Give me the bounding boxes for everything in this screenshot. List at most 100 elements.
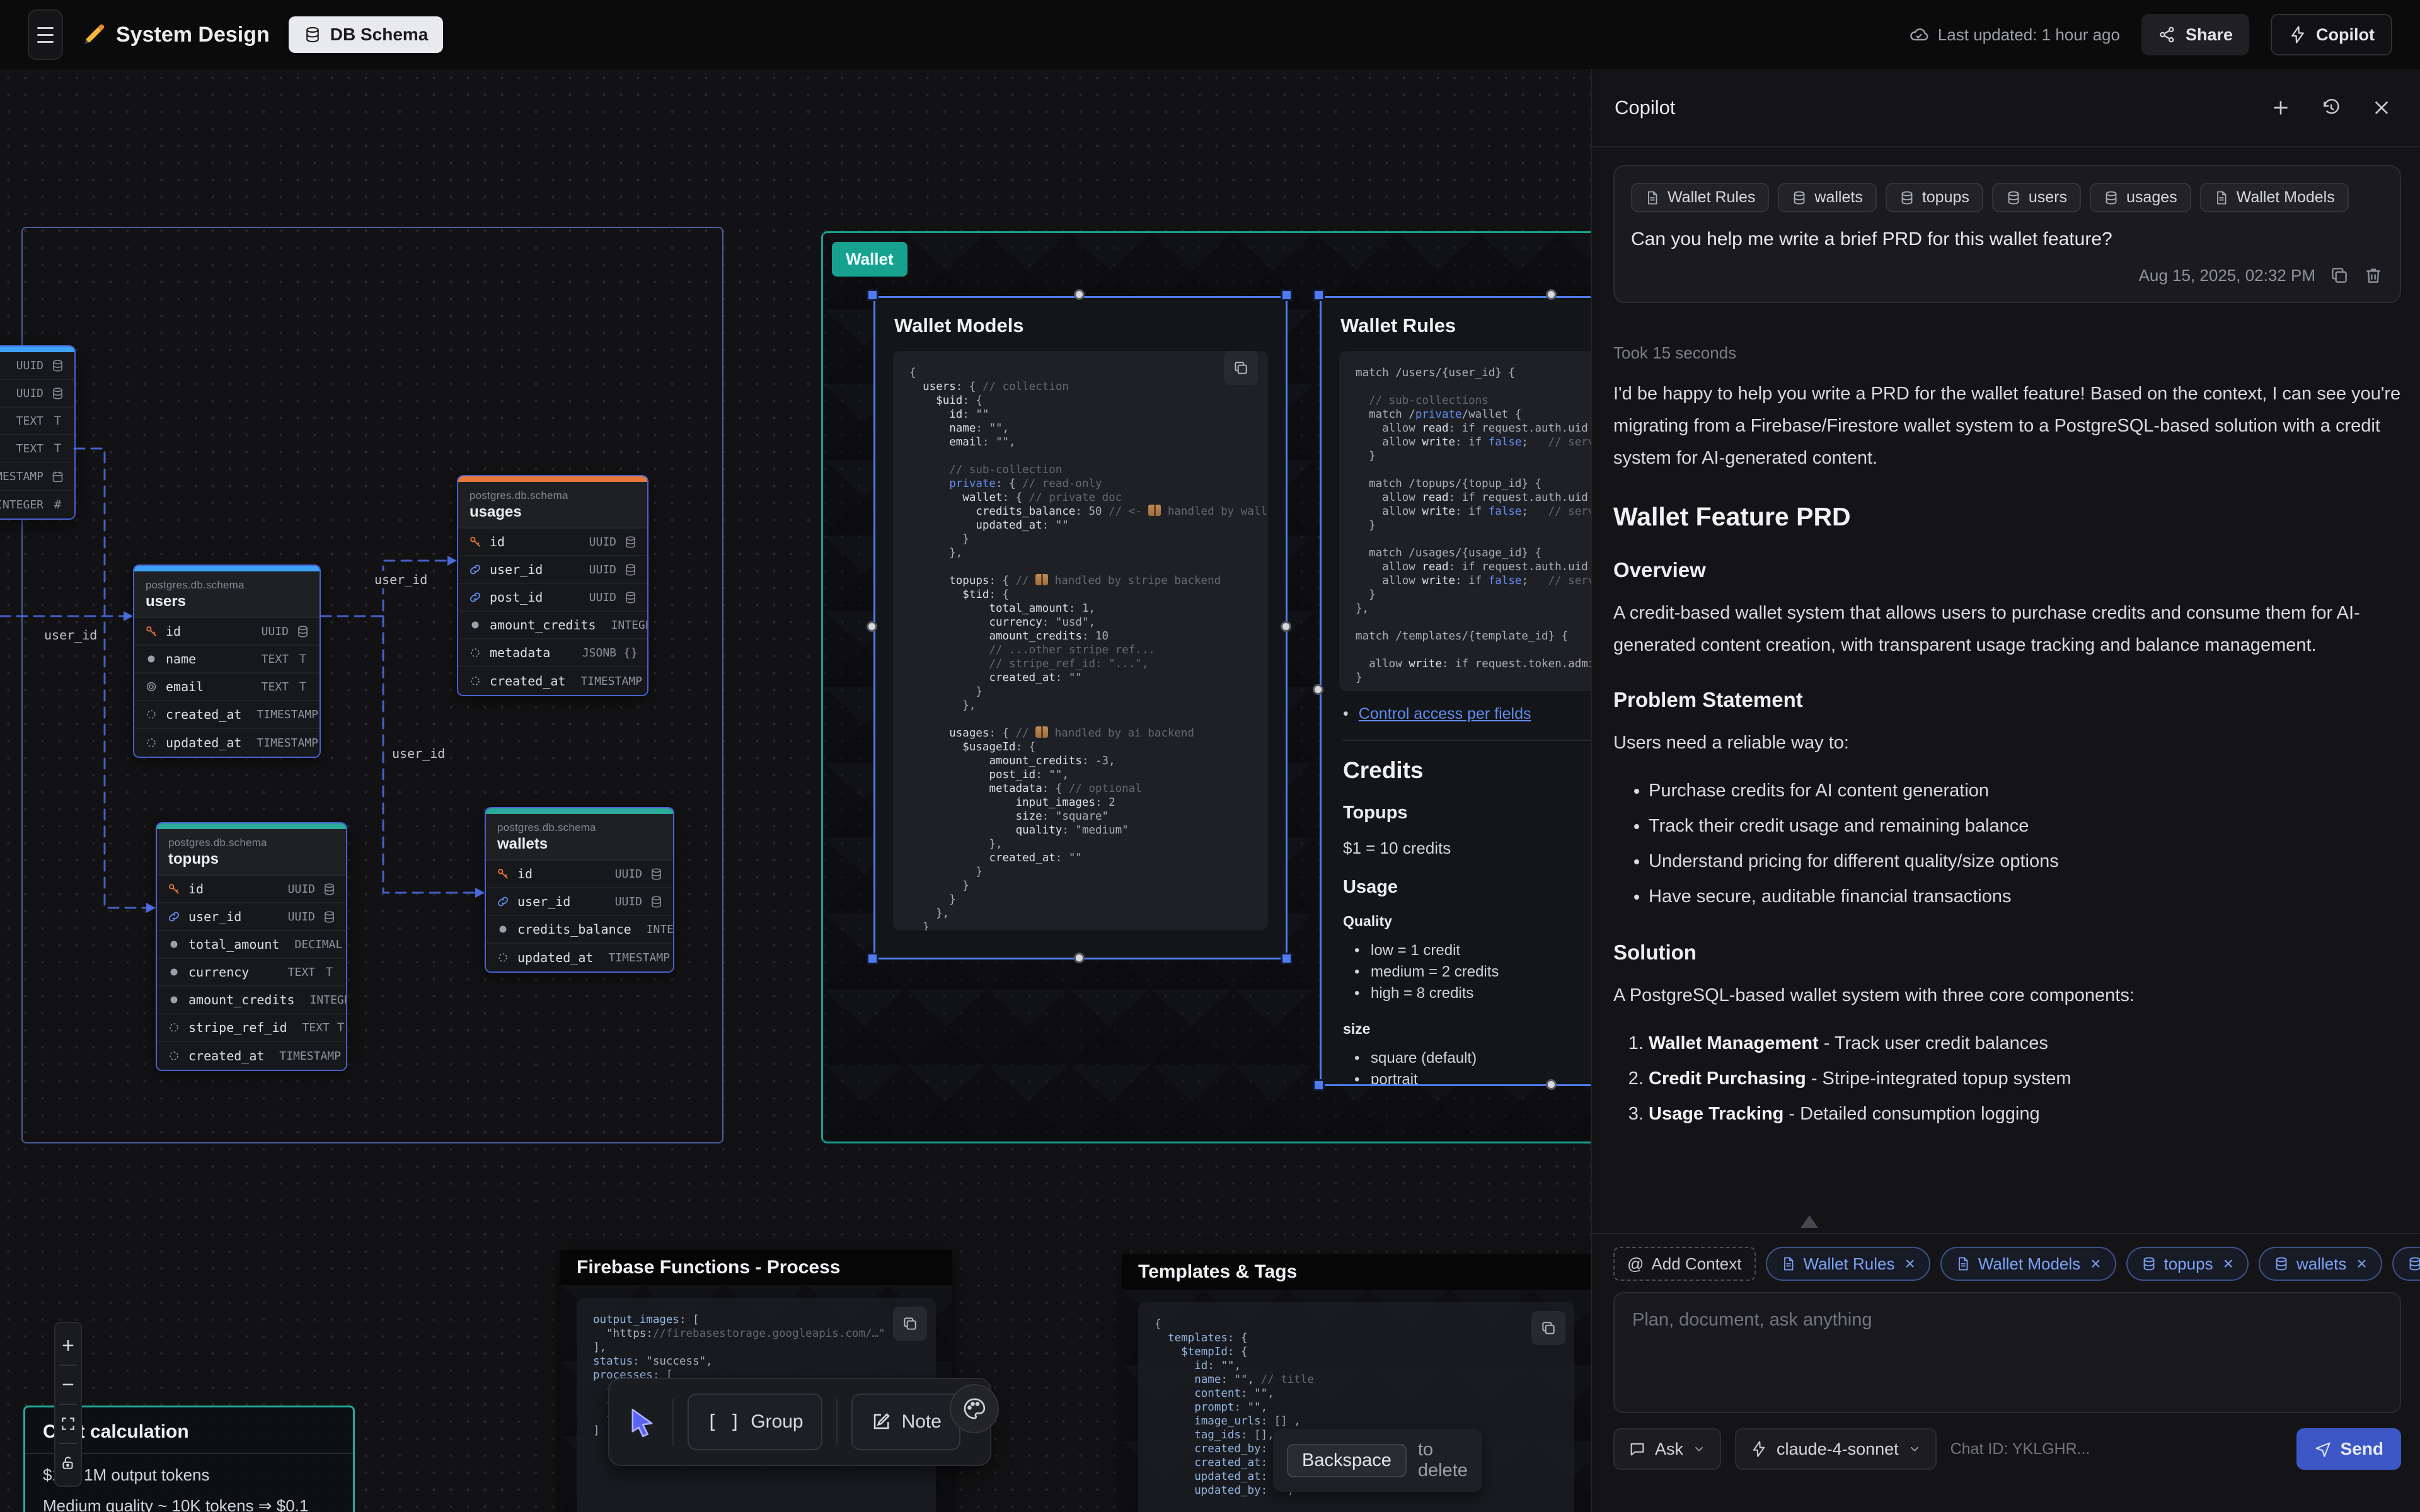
copy-code-button[interactable] — [893, 1307, 927, 1341]
table-row-user_id[interactable]: user_idUUID — [486, 888, 673, 916]
note-button[interactable]: Note — [851, 1394, 960, 1450]
type-icon — [296, 625, 309, 638]
table-row-user_id[interactable]: user_idUUID — [458, 556, 647, 584]
chat-scroll-area[interactable]: Wallet Rules wallets topups users usages Wall… — [1592, 147, 2420, 1233]
lock-button[interactable] — [55, 1446, 81, 1479]
response-numbered-list: Wallet Management - Track user credit ba… — [1613, 1026, 2401, 1131]
type-icon: T — [323, 966, 336, 979]
table-row-updated_at[interactable]: updated_atTIMESTAMP — [486, 944, 673, 971]
zoom-in-button[interactable]: + — [55, 1329, 81, 1362]
selection-handle[interactable] — [1313, 684, 1323, 695]
table-row-id[interactable]: idUUID — [486, 861, 673, 888]
selection-handle[interactable] — [1281, 621, 1291, 632]
selection-handle[interactable] — [867, 953, 879, 965]
context-chip-topups[interactable]: topups — [1886, 183, 1983, 212]
send-button[interactable]: Send — [2296, 1428, 2401, 1470]
wallet-group-label[interactable]: Wallet — [832, 242, 908, 277]
table-row-post_id[interactable]: post_idUUID — [458, 584, 647, 612]
table-row-id[interactable]: idUUID — [134, 618, 320, 646]
add-context-button[interactable]: @ Add Context — [1613, 1247, 1756, 1281]
table-partial[interactable]: UUIDUUIDTEXTTTEXTTTIMESTAMPINTEGER# — [0, 345, 76, 520]
copilot-button[interactable]: Copilot — [2271, 14, 2392, 55]
table-row-id[interactable]: idUUID — [458, 529, 647, 556]
type-icon — [323, 910, 336, 924]
selection-handle[interactable] — [1074, 953, 1085, 963]
selection-handle[interactable] — [1313, 289, 1325, 301]
table-row-stripe_ref_id[interactable]: stripe_ref_idTEXTT — [157, 1014, 346, 1042]
table-row-id[interactable]: idUUID — [157, 876, 346, 903]
menu-button[interactable] — [28, 9, 63, 60]
table-row-created_at[interactable]: created_atTIMESTAMP — [134, 701, 320, 729]
link-icon — [468, 590, 482, 604]
context-chip-wallet-models[interactable]: Wallet Models — [2200, 183, 2349, 212]
table-row-timestamp[interactable]: TIMESTAMP — [0, 463, 74, 491]
schema-canvas[interactable]: Wallet user_id user_id user_id UUIDUUIDT… — [0, 69, 1591, 1512]
credits-heading: Credits — [1343, 757, 1591, 784]
table-usages[interactable]: postgres.db.schemausagesidUUIDuser_idUUI… — [457, 475, 648, 696]
topups-heading: Topups — [1343, 803, 1591, 823]
wallet-models-card[interactable]: Wallet Models { users: { // collection $… — [873, 296, 1288, 959]
color-palette-button[interactable] — [950, 1384, 999, 1433]
context-chip-users[interactable]: users — [1992, 183, 2081, 212]
copy-code-button[interactable] — [1224, 351, 1258, 385]
control-access-link[interactable]: Control access per fields — [1359, 705, 1531, 723]
table-row-metadata[interactable]: metadataJSONB{} — [458, 639, 647, 667]
type-icon — [323, 883, 336, 896]
table-row-text[interactable]: TEXTT — [0, 408, 74, 435]
table-row-amount_credits[interactable]: amount_creditsINTEGER# — [157, 987, 346, 1014]
selection-handle[interactable] — [867, 621, 877, 632]
copy-code-button[interactable] — [1531, 1311, 1565, 1345]
table-row-uuid[interactable]: UUID — [0, 380, 74, 408]
selection-handle[interactable] — [1313, 1079, 1325, 1091]
table-row-name[interactable]: nameTEXTT — [134, 646, 320, 673]
null-icon — [144, 707, 158, 721]
context-chip-wallets[interactable]: wallets — [1778, 183, 1876, 212]
new-chat-button[interactable] — [2265, 92, 2296, 123]
copy-message-button[interactable] — [2329, 265, 2349, 285]
table-wallets[interactable]: postgres.db.schemawalletsidUUIDuser_idUU… — [485, 807, 674, 973]
selection-handle[interactable] — [1074, 289, 1085, 300]
table-row-created_at[interactable]: created_atTIMESTAMP — [157, 1042, 346, 1070]
share-button[interactable]: Share — [2141, 14, 2249, 55]
table-row-integer[interactable]: INTEGER# — [0, 491, 74, 518]
selection-handle[interactable] — [1281, 953, 1293, 965]
table-row-currency[interactable]: currencyTEXTT — [157, 959, 346, 987]
selection-handle[interactable] — [867, 289, 879, 301]
table-row-user_id[interactable]: user_idUUID — [157, 903, 346, 931]
table-row-email[interactable]: emailTEXTT — [134, 673, 320, 701]
table-row-credits_balance[interactable]: credits_balanceINTEGER# — [486, 916, 673, 944]
select-cursor-icon[interactable] — [626, 1406, 659, 1438]
selection-handle[interactable] — [1546, 289, 1557, 300]
context-chip-usages[interactable]: usages — [2090, 183, 2191, 212]
model-select[interactable]: claude-4-sonnet — [1735, 1428, 1937, 1470]
table-users[interactable]: postgres.db.schemausersidUUIDnameTEXTTem… — [133, 564, 321, 758]
close-panel-button[interactable] — [2366, 92, 2397, 123]
tab-db-schema[interactable]: DB Schema — [289, 16, 444, 53]
table-row-created_at[interactable]: created_atTIMESTAMP — [458, 667, 647, 695]
assistant-response: Took 15 secondsI'd be happy to help you … — [1613, 343, 2401, 1131]
group-button[interactable]: [ ] Group — [688, 1394, 822, 1450]
firebase-frame-title: Firebase Functions - Process — [560, 1250, 952, 1285]
prompt-input[interactable]: Plan, document, ask anything — [1613, 1292, 2401, 1413]
selection-handle[interactable] — [1281, 289, 1293, 301]
table-row-amount_credits[interactable]: amount_creditsINTEGER# — [458, 612, 647, 639]
table-topups[interactable]: postgres.db.schematopupsidUUIDuser_idUUI… — [156, 822, 347, 1071]
key-icon — [144, 624, 158, 638]
wallet-rules-card[interactable]: Wallet Rules match /users/{user_id} { //… — [1320, 296, 1591, 1086]
group-brackets-icon: [ ] — [706, 1411, 740, 1433]
table-row-uuid[interactable]: UUID — [0, 352, 74, 380]
zoom-out-button[interactable]: − — [55, 1368, 81, 1401]
fit-view-button[interactable] — [55, 1407, 81, 1440]
type-icon: T — [337, 1021, 344, 1034]
table-row-updated_at[interactable]: updated_atTIMESTAMP — [134, 729, 320, 757]
chevron-down-icon — [1692, 1442, 1706, 1456]
table-row-total_amount[interactable]: total_amountDECIMAL — [157, 931, 346, 959]
history-button[interactable] — [2315, 92, 2347, 123]
table-row-text[interactable]: TEXTT — [0, 435, 74, 463]
context-chip-wallet-rules[interactable]: Wallet Rules — [1631, 183, 1769, 212]
mode-select-ask[interactable]: Ask — [1613, 1428, 1721, 1470]
type-icon: T — [296, 680, 309, 694]
scroll-indicator-icon[interactable] — [1801, 1215, 1818, 1228]
selection-handle[interactable] — [1546, 1079, 1557, 1090]
delete-message-button[interactable] — [2363, 265, 2383, 285]
